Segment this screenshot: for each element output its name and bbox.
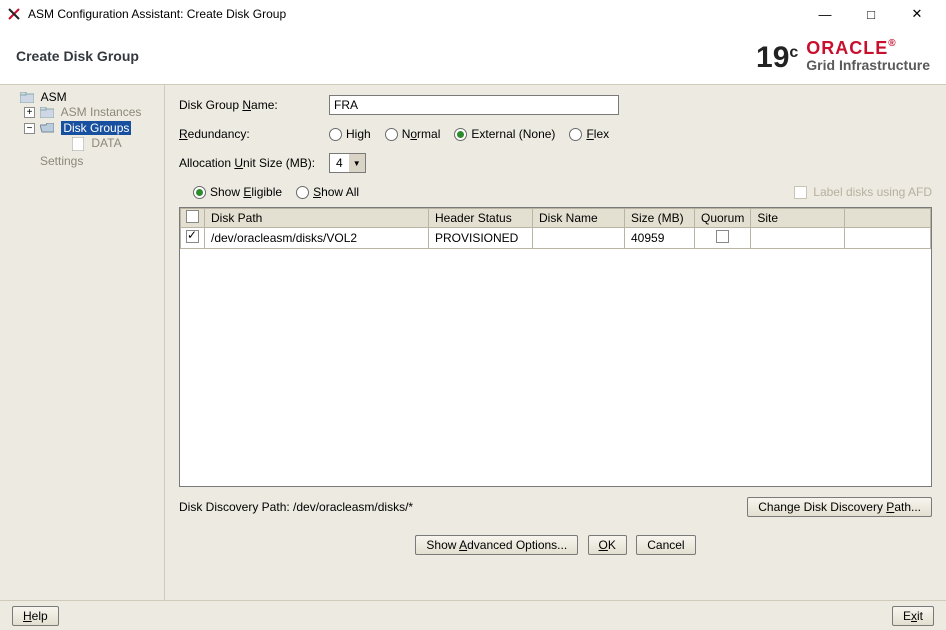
brand-version: 19 [756, 41, 789, 74]
minimize-button[interactable]: — [802, 0, 848, 28]
redundancy-group: High Normal External (None) Flex [329, 127, 609, 141]
tree-node-data[interactable]: DATA [44, 135, 164, 152]
tree-selected: Disk Groups [61, 121, 131, 135]
brand-version-sup: c [789, 44, 798, 61]
show-eligible-radio[interactable]: Show Eligible [193, 185, 282, 199]
aus-select[interactable]: 4 ▼ [329, 153, 366, 173]
folder-open-icon [40, 123, 54, 134]
app-icon [6, 6, 22, 22]
redundancy-flex[interactable]: Flex [569, 127, 609, 141]
cancel-button[interactable]: Cancel [636, 535, 695, 555]
tree-node-diskgroups[interactable]: − Disk Groups DATA [24, 120, 164, 153]
tree-node-asm[interactable]: ASM + ASM Instances − Disk Groups [4, 89, 164, 170]
col-quorum[interactable]: Quorum [695, 209, 751, 228]
cell-header-status: PROVISIONED [429, 228, 533, 249]
tree-node-settings[interactable]: Settings [24, 153, 164, 169]
col-site[interactable]: Site [751, 209, 845, 228]
brand-name: ORACLE® [806, 38, 896, 58]
show-all-radio[interactable]: Show All [296, 185, 359, 199]
show-advanced-button[interactable]: Show Advanced Options... [415, 535, 578, 555]
disk-group-name-input[interactable] [329, 95, 619, 115]
tree-node-instances[interactable]: + ASM Instances [24, 104, 164, 120]
file-icon [72, 137, 84, 151]
change-discovery-path-button[interactable]: Change Disk Discovery Path... [747, 497, 932, 517]
page-title: Create Disk Group [16, 48, 139, 64]
col-check[interactable] [181, 209, 205, 228]
chevron-down-icon: ▼ [349, 154, 365, 172]
col-disk-name[interactable]: Disk Name [533, 209, 625, 228]
discovery-path-label: Disk Discovery Path: /dev/oracleasm/disk… [179, 500, 413, 514]
disk-group-name-label: Disk Group Name: [179, 98, 329, 112]
close-button[interactable]: ✕ [894, 0, 940, 28]
help-button[interactable]: Help [12, 606, 59, 626]
redundancy-label: Redundancy: [179, 127, 329, 141]
cell-disk-name [533, 228, 625, 249]
tree: ASM + ASM Instances − Disk Groups [0, 89, 164, 170]
sidebar: ASM + ASM Instances − Disk Groups [0, 85, 165, 600]
redundancy-normal[interactable]: Normal [385, 127, 441, 141]
cell-path: /dev/oracleasm/disks/VOL2 [205, 228, 429, 249]
col-header-status[interactable]: Header Status [429, 209, 533, 228]
window-title: ASM Configuration Assistant: Create Disk… [28, 7, 286, 21]
header: Create Disk Group 19c ORACLE® Grid Infra… [0, 28, 946, 84]
redundancy-external[interactable]: External (None) [454, 127, 555, 141]
label-afd-checkbox: Label disks using AFD [794, 185, 932, 199]
disks-table: Disk Path Header Status Disk Name Size (… [179, 207, 932, 487]
quorum-checkbox[interactable] [716, 230, 729, 243]
brand-logo: 19c ORACLE® Grid Infrastructure [756, 39, 930, 73]
folder-icon [20, 92, 34, 103]
col-spacer [845, 209, 931, 228]
table-row[interactable]: /dev/oracleasm/disks/VOL2 PROVISIONED 40… [181, 228, 931, 249]
footer: Help Exit [0, 600, 946, 630]
maximize-button[interactable]: □ [848, 0, 894, 28]
folder-icon [40, 107, 54, 118]
brand-sub: Grid Infrastructure [806, 57, 930, 73]
table-header-row: Disk Path Header Status Disk Name Size (… [181, 209, 931, 228]
col-size[interactable]: Size (MB) [625, 209, 695, 228]
aus-label: Allocation Unit Size (MB): [179, 156, 329, 170]
checkbox-icon [794, 186, 807, 199]
exit-button[interactable]: Exit [892, 606, 934, 626]
cell-site [751, 228, 845, 249]
collapse-icon[interactable]: − [24, 123, 35, 134]
redundancy-high[interactable]: High [329, 127, 371, 141]
ok-button[interactable]: OK [588, 535, 627, 555]
titlebar: ASM Configuration Assistant: Create Disk… [0, 0, 946, 28]
expand-icon[interactable]: + [24, 107, 35, 118]
row-checkbox[interactable] [186, 230, 199, 243]
content: Disk Group Name: Redundancy: High Normal… [165, 85, 946, 600]
cell-size: 40959 [625, 228, 695, 249]
col-disk-path[interactable]: Disk Path [205, 209, 429, 228]
